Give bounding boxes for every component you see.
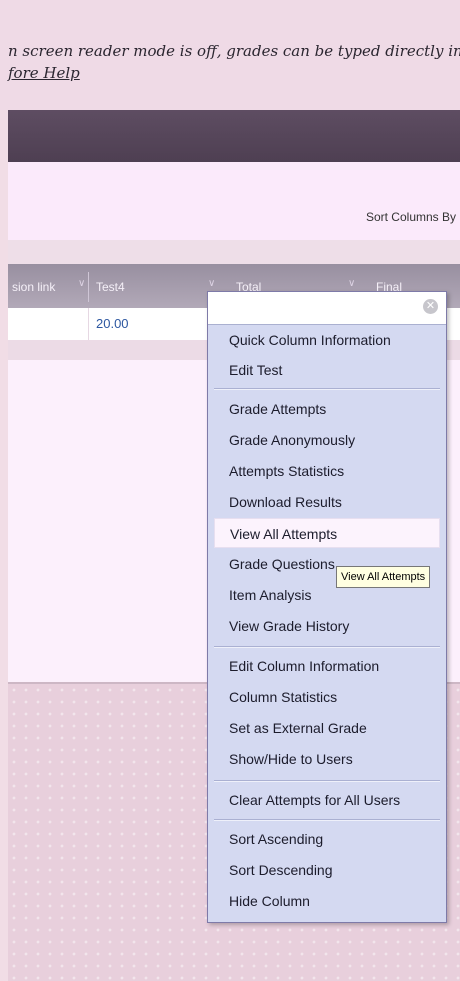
more-help-link[interactable]: fore Help	[8, 64, 80, 82]
grid-toolbar-strip	[8, 240, 460, 264]
grade-cell-test4[interactable]: 20.00	[96, 316, 129, 331]
menu-item-edit-test[interactable]: Edit Test	[214, 355, 440, 385]
menu-item-view-all-attempts[interactable]: View All Attempts	[214, 518, 440, 548]
column-header-test4[interactable]: Test4	[96, 280, 125, 294]
menu-item-grade-anonymously[interactable]: Grade Anonymously	[214, 425, 440, 455]
tooltip: View All Attempts	[336, 566, 431, 588]
column-divider	[88, 272, 89, 302]
chevron-down-icon[interactable]: ∨	[348, 278, 355, 289]
menu-item-download-results[interactable]: Download Results	[214, 487, 440, 517]
menu-item-edit-column-information[interactable]: Edit Column Information	[214, 651, 440, 681]
menu-divider	[214, 780, 440, 782]
menu-item-quick-column-information[interactable]: Quick Column Information	[214, 325, 440, 355]
menu-divider	[214, 819, 440, 821]
grade-center-panel: Sort Columns By	[8, 162, 460, 240]
menu-item-sort-ascending[interactable]: Sort Ascending	[214, 824, 440, 854]
menu-item-view-grade-history[interactable]: View Grade History	[214, 611, 440, 641]
menu-item-sort-descending[interactable]: Sort Descending	[214, 855, 440, 885]
menu-divider	[214, 646, 440, 648]
notice-more-help: fore Help	[8, 64, 80, 82]
menu-item-column-statistics[interactable]: Column Statistics	[214, 682, 440, 712]
menu-item-set-as-external-grade[interactable]: Set as External Grade	[214, 713, 440, 743]
column-header-submission-link[interactable]: sion link	[12, 280, 55, 294]
chevron-down-icon[interactable]: ∨	[78, 278, 85, 289]
page: n screen reader mode is off, grades can …	[0, 0, 460, 981]
close-icon[interactable]: ✕	[423, 299, 438, 314]
column-context-menu: ✕ Quick Column Information Edit Test Gra…	[207, 291, 447, 923]
menu-item-grade-attempts[interactable]: Grade Attempts	[214, 394, 440, 424]
sort-columns-label[interactable]: Sort Columns By	[366, 210, 456, 224]
screen-reader-notice: n screen reader mode is off, grades can …	[0, 0, 460, 110]
action-bar	[8, 110, 460, 162]
menu-item-show-hide-to-users[interactable]: Show/Hide to Users	[214, 744, 440, 774]
notice-text: n screen reader mode is off, grades can …	[8, 42, 460, 60]
menu-item-clear-attempts[interactable]: Clear Attempts for All Users	[214, 785, 440, 815]
cell-divider	[88, 308, 89, 340]
menu-header: ✕	[208, 292, 446, 325]
chevron-down-icon[interactable]: ∨	[208, 278, 215, 289]
menu-item-hide-column[interactable]: Hide Column	[214, 886, 440, 916]
menu-divider	[214, 388, 440, 390]
menu-item-attempts-statistics[interactable]: Attempts Statistics	[214, 456, 440, 486]
